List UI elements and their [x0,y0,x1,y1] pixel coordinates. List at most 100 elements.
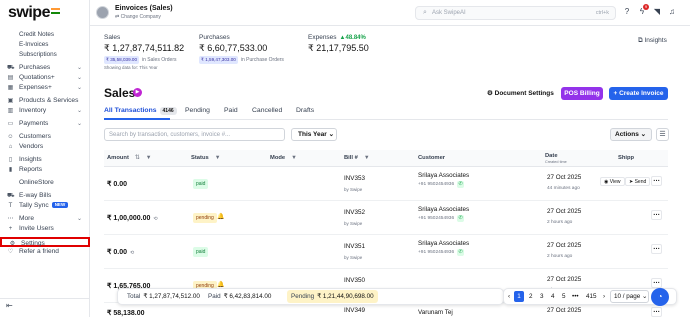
row-more-button[interactable]: … [651,244,662,254]
row-more-button[interactable]: … [651,307,662,317]
table-row[interactable]: ₹ 1,00,000.00 ⟲ pending 🔔 INV352 by Swipe… [104,201,668,235]
purchase-orders-note: in Purchase Orders [240,57,284,63]
col-amount[interactable]: Amount ⇅ ▼ [107,155,152,161]
search-shortcut: ctrl+k [595,10,609,16]
row-bill-number[interactable]: INV353 [344,175,365,182]
sidebar-item-products[interactable]: ▣ Products & Services [0,96,90,106]
row-bill-number[interactable]: INV349 [344,307,365,314]
phone-icon[interactable]: ✆ [457,181,465,188]
pos-billing-button[interactable]: POS Billing [561,87,603,100]
megaphone-icon[interactable]: ◥ [652,7,662,16]
sidebar-item-invite-users[interactable]: + Invite Users [0,224,90,234]
row-more-button[interactable]: … [651,176,662,186]
page-5[interactable]: 5 [562,293,566,300]
sidebar-item-insights[interactable]: ▯ Insights [0,155,90,165]
expenses-stat[interactable]: Expenses ▲48.84% ₹ 21,17,795.50 [308,34,369,54]
swipe-logo[interactable]: swipe [8,4,60,22]
document-settings-button[interactable]: ⚙ Document Settings [487,89,554,97]
page-2[interactable]: 2 [529,293,533,300]
purchases-stat[interactable]: Purchases ₹ 6,60,77,533.00 ₹ 1,59,47,303… [199,34,284,64]
sidebar-item-subscriptions[interactable]: Subscriptions [0,50,90,60]
row-more-button[interactable]: … [651,278,662,288]
sidebar-item-reports[interactable]: ▮ Reports [0,165,90,175]
sidebar-item-refer-friend[interactable]: ♡ Refer a friend [0,247,90,257]
row-bill-number[interactable]: INV350 [344,277,365,284]
filter-icon[interactable]: ▼ [146,155,152,161]
period-select[interactable]: This Year ⌄ [291,128,337,141]
send-button[interactable]: ➤ Send [625,177,651,186]
filter-icon[interactable]: ▼ [291,155,297,161]
table-row[interactable]: ₹ 0.00 paid INV353 by Swipe Srilaya Asso… [104,167,668,201]
company-avatar[interactable] [96,6,109,19]
page-4[interactable]: 4 [551,293,555,300]
tab-paid[interactable]: Paid [224,107,238,114]
collapse-sidebar-icon[interactable]: ⇤ [6,301,13,310]
sidebar-item-tally-sync[interactable]: T Tally Sync NEW [0,201,90,211]
row-customer[interactable]: Srilaya Associates [418,206,469,213]
filter-icon[interactable]: ▼ [215,155,221,161]
sidebar-item-more[interactable]: ⋯ More ⌄ [0,214,90,224]
row-customer[interactable]: Srilaya Associates [418,172,469,179]
tab-drafts[interactable]: Drafts [296,107,314,114]
phone-icon[interactable]: ✆ [457,215,465,222]
tab-cancelled[interactable]: Cancelled [252,107,282,114]
sidebar-item-vendors[interactable]: ⌂ Vendors [0,142,90,152]
col-status[interactable]: Status ▼ [191,155,220,161]
ask-ai-search[interactable]: ⌕ Ask SwipeAI ctrl+k [415,6,616,20]
row-created-ago: 44 minutes ago [547,186,580,191]
table-row[interactable]: ₹ 0.00 ⟲ paid INV351 by Swipe Srilaya Ass… [104,235,668,269]
page-ellipsis[interactable]: ••• [572,293,579,300]
create-invoice-button[interactable]: + Create Invoice [609,87,668,100]
next-page-icon[interactable]: › [603,293,605,300]
play-video-icon[interactable]: ▶ [133,88,142,97]
help-icon[interactable]: ? [622,7,632,16]
sort-arrows-icon[interactable]: ⇅ [135,155,140,161]
table-row[interactable]: ₹ 58,138.00 INV349 Varunam Tej 27 Oct 20… [104,303,668,317]
sidebar-item-onlinestore[interactable]: OnlineStore [0,178,90,188]
sidebar-item-purchases[interactable]: ⛟ Purchases ⌄ [0,63,90,73]
col-date[interactable]: Date [545,153,558,159]
phone-icon[interactable]: ✆ [457,249,465,256]
sidebar-item-quotations[interactable]: ▤ Quotations+ ⌄ [0,73,90,83]
row-customer[interactable]: Varunam Tej [418,309,453,316]
recurring-icon: ⟲ [130,250,135,256]
row-bill-number[interactable]: INV352 [344,209,365,216]
insights-link[interactable]: ⧉ Insights [638,37,667,45]
tab-all-transactions[interactable]: All Transactions 4146 [104,107,177,115]
reminder-bell-icon[interactable]: 🔔 [217,281,224,288]
sidebar-item-payments[interactable]: ▭ Payments ⌄ [0,119,90,129]
sidebar-item-credit-notes[interactable]: Credit Notes [0,30,90,40]
sidebar-item-eway-bills[interactable]: ⛟ E-way Bills [0,191,90,201]
view-button[interactable]: ◉ View [600,177,625,186]
col-customer[interactable]: Customer [418,155,445,161]
bell-icon[interactable]: ♫ [667,7,677,16]
page-3[interactable]: 3 [540,293,544,300]
page-last[interactable]: 415 [586,293,597,300]
col-shipping[interactable]: Shipp [618,155,634,161]
sidebar-item-e-invoices[interactable]: E-Invoices [0,40,90,50]
chat-support-icon[interactable]: ◔ [651,288,669,306]
change-company-link[interactable]: ⇄ Change Company [115,14,161,20]
col-mode[interactable]: Mode ▼ [270,155,297,161]
transaction-search-input[interactable]: Search by transaction, customers, invoic… [104,128,285,141]
filter-icon[interactable]: ▼ [364,155,370,161]
sort-icon[interactable]: ☰ [656,128,669,141]
prev-page-icon[interactable]: ‹ [508,293,510,300]
row-bill-number[interactable]: INV351 [344,243,365,250]
sidebar-item-customers[interactable]: ☺ Customers [0,132,90,142]
page-1[interactable]: 1 [514,291,524,302]
row-created-by: by Swipe [344,221,363,226]
actions-dropdown[interactable]: Actions ⌄ [610,128,652,141]
company-name[interactable]: Einvoices (Sales) [115,5,173,12]
reminder-bell-icon[interactable]: 🔔 [217,213,224,220]
sidebar-item-expenses[interactable]: ▦ Expenses+ ⌄ [0,83,90,93]
page-size-select[interactable]: 10 / page ⌄ [610,290,649,303]
sales-stat[interactable]: Sales ₹ 1,27,87,74,511.82 ₹ 35,58,039.00… [104,34,184,64]
tab-pending[interactable]: Pending [185,107,210,114]
sidebar-item-inventory[interactable]: ▥ Inventory ⌄ [0,106,90,116]
col-bill[interactable]: Bill # ▼ [344,155,370,161]
row-more-button[interactable]: … [651,210,662,220]
row-customer[interactable]: Srilaya Associates [418,240,469,247]
sidebar-item-settings[interactable]: ⚙ Settings [0,237,90,247]
row-date: 27 Oct 2025 [547,208,582,215]
